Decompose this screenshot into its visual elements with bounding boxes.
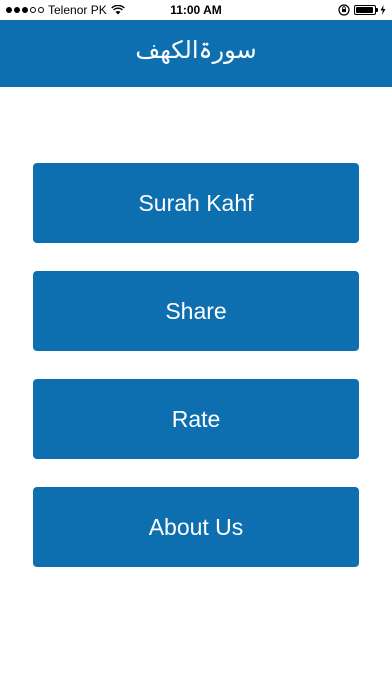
page-title: سورۃالکھف — [135, 35, 257, 64]
rate-button[interactable]: Rate — [33, 379, 359, 459]
share-button[interactable]: Share — [33, 271, 359, 351]
about-us-button[interactable]: About Us — [33, 487, 359, 567]
battery-icon — [354, 5, 378, 15]
status-bar: Telenor PK 11:00 AM — [0, 0, 392, 20]
status-right — [338, 3, 386, 17]
main-menu: Surah Kahf Share Rate About Us — [33, 163, 359, 595]
navigation-bar: سورۃالکھف — [0, 20, 392, 87]
rotation-lock-icon — [338, 4, 350, 16]
status-time: 11:00 AM — [170, 3, 222, 17]
surah-kahf-button[interactable]: Surah Kahf — [33, 163, 359, 243]
charging-icon — [380, 5, 386, 15]
